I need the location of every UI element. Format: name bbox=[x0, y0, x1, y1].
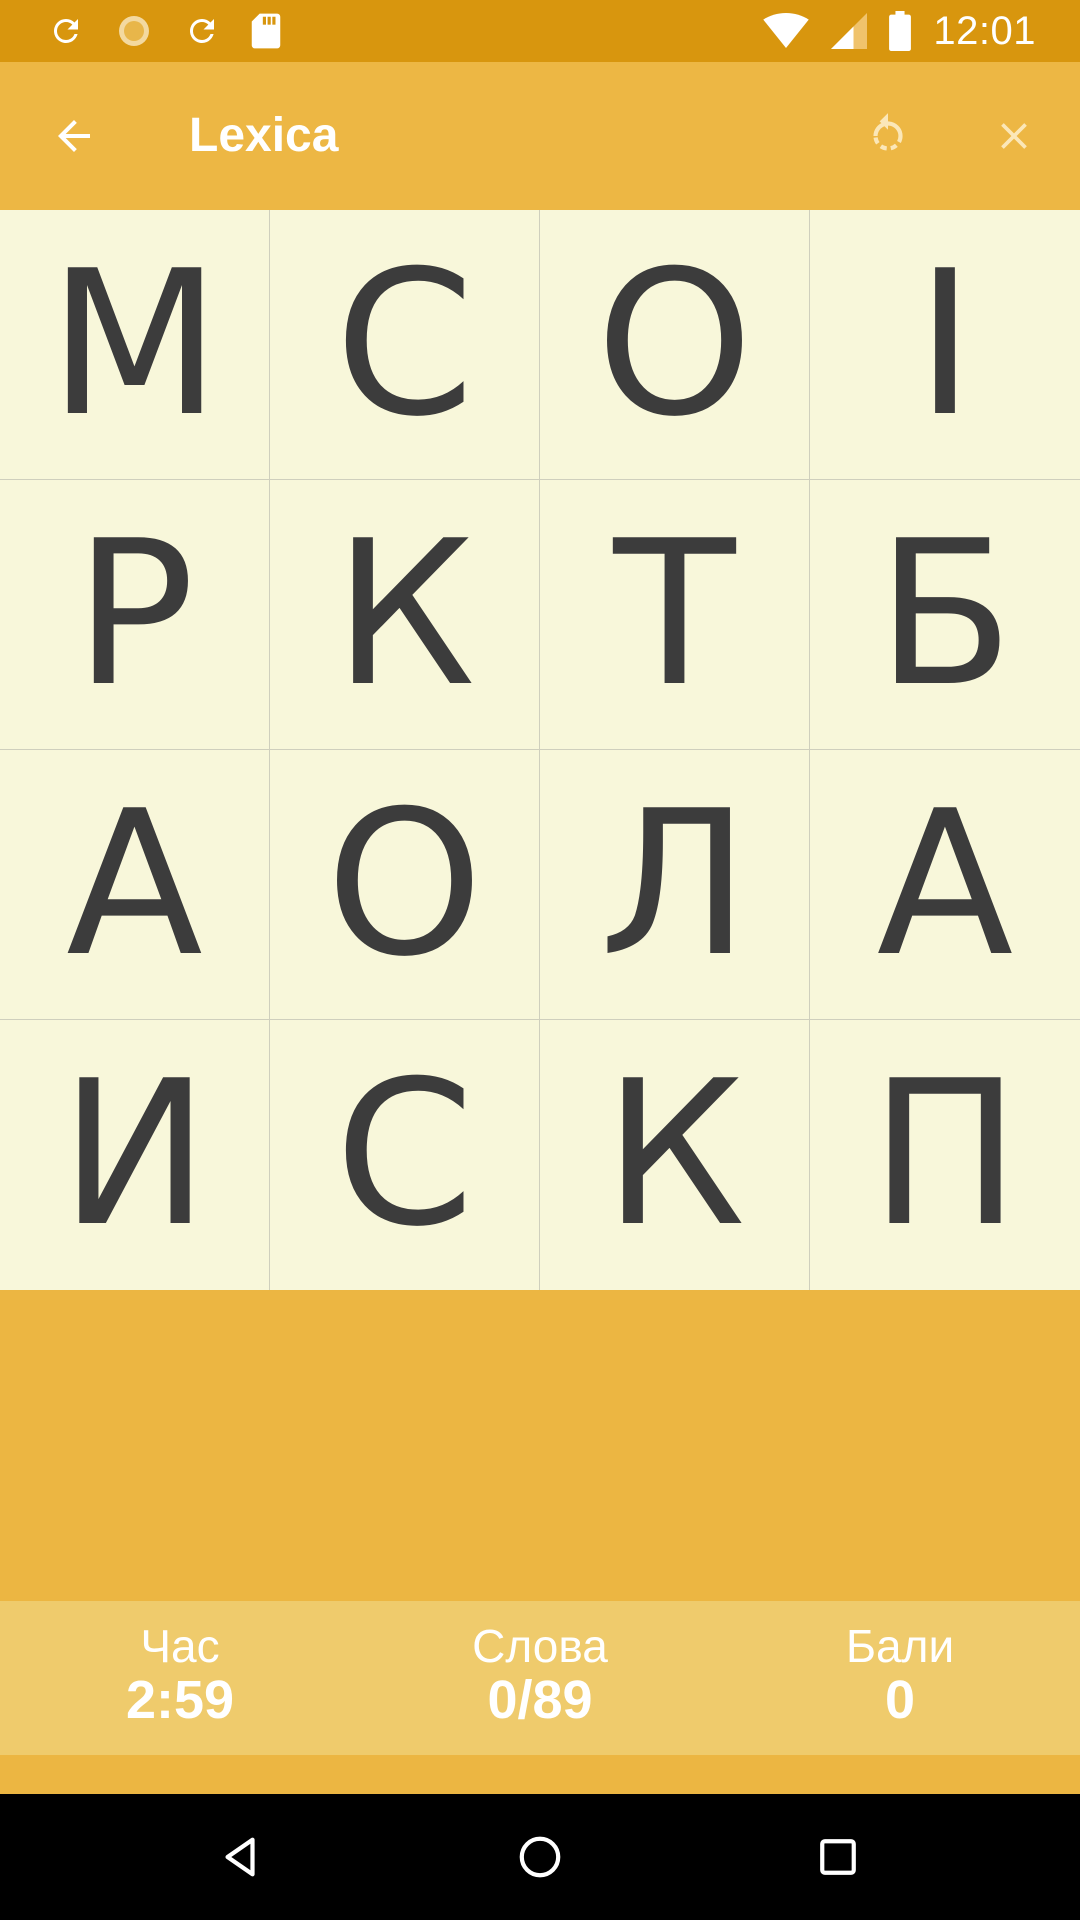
letter-tile[interactable]: А bbox=[0, 750, 269, 1019]
close-button[interactable] bbox=[980, 102, 1048, 170]
arrow-back-icon bbox=[58, 120, 90, 152]
sync-icon bbox=[53, 18, 78, 43]
app-title: Lexica bbox=[189, 109, 339, 162]
letter-tile[interactable]: О bbox=[540, 210, 809, 479]
recents-square-icon bbox=[820, 1839, 856, 1875]
status-right-icons: 12:01 bbox=[763, 0, 1036, 62]
close-icon bbox=[1001, 123, 1027, 149]
nav-recents-button[interactable] bbox=[808, 1827, 868, 1887]
signal-icon bbox=[831, 13, 868, 49]
status-bar: 12:01 bbox=[0, 0, 1080, 62]
stats-bar: Час 2:59 Слова 0/89 Бали 0 bbox=[0, 1601, 1080, 1755]
brightness-icon bbox=[119, 16, 149, 46]
letter-tile[interactable]: Б bbox=[810, 480, 1080, 749]
letter-tile[interactable]: К bbox=[270, 480, 539, 749]
letter-tile[interactable]: С bbox=[270, 210, 539, 479]
restart-icon bbox=[873, 113, 903, 151]
letter-tile[interactable]: К bbox=[540, 1020, 809, 1290]
score-stat: Бали 0 bbox=[720, 1601, 1080, 1755]
time-label: Час bbox=[140, 1620, 220, 1672]
wifi-icon bbox=[763, 13, 810, 49]
back-button[interactable] bbox=[40, 102, 108, 170]
score-label: Бали bbox=[845, 1620, 955, 1672]
letter-tile[interactable]: І bbox=[810, 210, 1080, 479]
time-value: 2:59 bbox=[125, 1670, 235, 1730]
nav-back-button[interactable] bbox=[211, 1827, 271, 1887]
words-stat: Слова 0/89 bbox=[360, 1601, 720, 1755]
words-value: 0/89 bbox=[487, 1670, 593, 1730]
time-stat: Час 2:59 bbox=[0, 1601, 360, 1755]
letter-tile[interactable]: Р bbox=[0, 480, 269, 749]
letter-tile[interactable]: Л bbox=[540, 750, 809, 1019]
letter-tile[interactable]: П bbox=[810, 1020, 1080, 1290]
nav-home-button[interactable] bbox=[510, 1827, 570, 1887]
navigation-bar bbox=[0, 1794, 1080, 1920]
letter-tile[interactable]: И bbox=[0, 1020, 269, 1290]
app-bar: Lexica bbox=[0, 62, 1080, 210]
letter-tile[interactable]: О bbox=[270, 750, 539, 1019]
letter-tile[interactable]: С bbox=[270, 1020, 539, 1290]
status-time: 12:01 bbox=[933, 8, 1036, 53]
restart-button[interactable] bbox=[854, 102, 922, 170]
status-left-icons bbox=[48, 0, 282, 62]
back-triangle-icon bbox=[225, 1837, 255, 1877]
letter-tile[interactable]: М bbox=[0, 210, 269, 479]
sync-icon bbox=[189, 18, 214, 43]
letter-tile[interactable]: Т bbox=[540, 480, 809, 749]
letter-board: М С О І Р К Т Б А О Л А И С К П bbox=[0, 210, 1080, 1290]
words-label: Слова bbox=[472, 1620, 608, 1672]
score-value: 0 bbox=[884, 1670, 916, 1730]
battery-icon bbox=[889, 11, 912, 51]
sd-card-icon bbox=[251, 13, 281, 49]
home-circle-icon bbox=[519, 1836, 561, 1878]
letter-tile[interactable]: А bbox=[810, 750, 1080, 1019]
